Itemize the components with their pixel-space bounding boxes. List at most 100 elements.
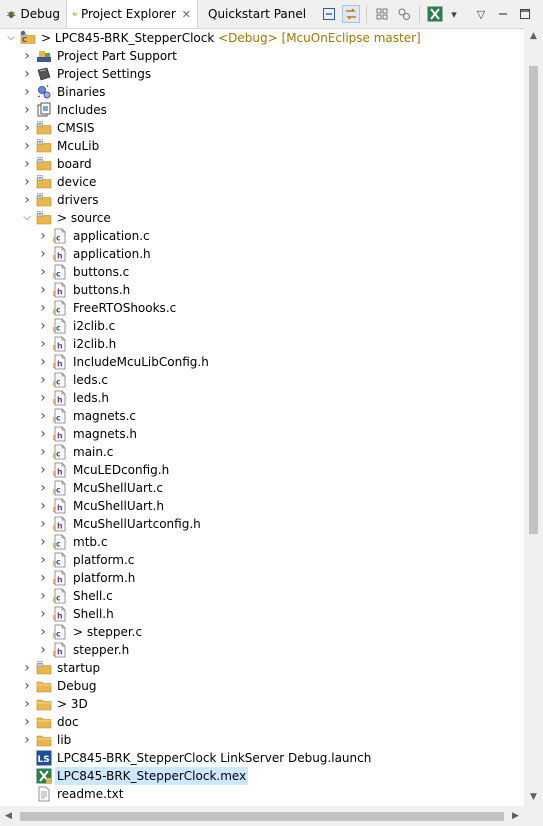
chevron-right-icon[interactable]: › bbox=[22, 659, 32, 677]
chevron-right-icon[interactable]: › bbox=[38, 443, 48, 461]
project-tree[interactable]: ⌵ C > LPC845-BRK_StepperClock <Debug> [Mcu… bbox=[0, 28, 524, 806]
tree-item-file[interactable]: › h application.h bbox=[0, 245, 524, 263]
tab-debug[interactable]: Debug bbox=[0, 0, 66, 28]
chevron-right-icon[interactable]: › bbox=[22, 119, 32, 137]
tree-item[interactable]: › board bbox=[0, 155, 524, 173]
close-icon[interactable]: ✕ bbox=[182, 8, 191, 21]
tree-item[interactable]: › Debug bbox=[0, 677, 524, 695]
filter-icon[interactable] bbox=[373, 5, 391, 23]
chevron-right-icon[interactable]: › bbox=[38, 227, 48, 245]
tree-item[interactable]: › Includes bbox=[0, 101, 524, 119]
chevron-right-icon[interactable]: › bbox=[38, 641, 48, 659]
chevron-right-icon[interactable]: › bbox=[22, 137, 32, 155]
tree-item-file[interactable]: › c i2clib.c bbox=[0, 317, 524, 335]
scroll-left-icon[interactable]: ◀ bbox=[0, 806, 17, 826]
tree-item[interactable]: LS LPC845-BRK_StepperClock LinkServer Deb… bbox=[0, 749, 524, 767]
tree-item-file[interactable]: › c McuShellUart.c bbox=[0, 479, 524, 497]
chevron-right-icon[interactable]: › bbox=[38, 407, 48, 425]
chevron-right-icon[interactable]: › bbox=[22, 677, 32, 695]
tree-item-file[interactable]: › h magnets.h bbox=[0, 425, 524, 443]
horizontal-scrollbar[interactable]: ◀ ▶ bbox=[0, 806, 524, 826]
tree-item-file[interactable]: › h McuShellUartconfig.h bbox=[0, 515, 524, 533]
tree-item-file[interactable]: › c leds.c bbox=[0, 371, 524, 389]
chevron-right-icon[interactable]: › bbox=[22, 155, 32, 173]
chevron-right-icon[interactable]: › bbox=[22, 47, 32, 65]
tree-item[interactable]: › startup bbox=[0, 659, 524, 677]
tree-item-file[interactable]: › c mtb.c bbox=[0, 533, 524, 551]
tree-item-file[interactable]: › c main.c bbox=[0, 443, 524, 461]
tab-project-explorer[interactable]: Project Explorer ✕ bbox=[66, 0, 198, 28]
tree-item-file[interactable]: › h McuLEDconfig.h bbox=[0, 461, 524, 479]
chevron-right-icon[interactable]: › bbox=[38, 587, 48, 605]
tree-item[interactable]: › > 3D bbox=[0, 695, 524, 713]
tree-item[interactable]: › McuLib bbox=[0, 137, 524, 155]
horizontal-scroll-thumb[interactable] bbox=[20, 812, 504, 821]
tree-item[interactable]: › CMSIS bbox=[0, 119, 524, 137]
tree-item-file[interactable]: › c Shell.c bbox=[0, 587, 524, 605]
chevron-right-icon[interactable]: › bbox=[38, 551, 48, 569]
chevron-right-icon[interactable]: › bbox=[38, 371, 48, 389]
chevron-right-icon[interactable]: › bbox=[38, 533, 48, 551]
chevron-right-icon[interactable]: › bbox=[38, 353, 48, 371]
tree-item-file[interactable]: › c buttons.c bbox=[0, 263, 524, 281]
tree-item[interactable]: › lib bbox=[0, 731, 524, 749]
chevron-right-icon[interactable]: › bbox=[22, 101, 32, 119]
chevron-right-icon[interactable]: › bbox=[38, 335, 48, 353]
chevron-right-icon[interactable]: › bbox=[22, 83, 32, 101]
tree-item-file[interactable]: › h i2clib.h bbox=[0, 335, 524, 353]
dropdown-icon[interactable]: ▾ bbox=[448, 5, 460, 23]
chevron-down-icon[interactable]: ⌵ bbox=[6, 29, 16, 47]
tree-item[interactable]: › Binaries bbox=[0, 83, 524, 101]
tree-item[interactable]: LPC845-BRK_StepperClock.mex bbox=[0, 767, 524, 785]
scroll-up-icon[interactable]: ▲ bbox=[524, 28, 543, 45]
chevron-right-icon[interactable]: › bbox=[38, 515, 48, 533]
chevron-right-icon[interactable]: › bbox=[22, 731, 32, 749]
chevron-right-icon[interactable]: › bbox=[38, 299, 48, 317]
tree-item-file[interactable]: › h stepper.h bbox=[0, 641, 524, 659]
tree-item-file[interactable]: › h Shell.h bbox=[0, 605, 524, 623]
minimize-icon[interactable] bbox=[494, 5, 512, 23]
chevron-right-icon[interactable]: › bbox=[38, 389, 48, 407]
tree-item[interactable]: › drivers bbox=[0, 191, 524, 209]
scroll-right-icon[interactable]: ▶ bbox=[507, 806, 524, 826]
chevron-down-icon[interactable]: ⌵ bbox=[22, 209, 32, 227]
tree-item-file[interactable]: › c magnets.c bbox=[0, 407, 524, 425]
maximize-icon[interactable] bbox=[516, 5, 534, 23]
tree-item-file[interactable]: › h IncludeMcuLibConfig.h bbox=[0, 353, 524, 371]
chevron-right-icon[interactable]: › bbox=[38, 245, 48, 263]
tab-quickstart-panel[interactable]: Quickstart Panel bbox=[198, 0, 312, 28]
chevron-right-icon[interactable]: › bbox=[38, 605, 48, 623]
chevron-right-icon[interactable]: › bbox=[22, 695, 32, 713]
mcu-config-tool-icon[interactable] bbox=[426, 5, 444, 23]
chevron-right-icon[interactable]: › bbox=[38, 317, 48, 335]
tree-item[interactable]: › Project Settings bbox=[0, 65, 524, 83]
focus-icon[interactable] bbox=[395, 5, 413, 23]
link-with-editor-icon[interactable] bbox=[342, 5, 360, 23]
tree-item-file[interactable]: › c platform.c bbox=[0, 551, 524, 569]
tree-item[interactable]: › doc bbox=[0, 713, 524, 731]
tree-item[interactable]: ⌵ > source bbox=[0, 209, 524, 227]
tree-item-file[interactable]: › c application.c bbox=[0, 227, 524, 245]
chevron-right-icon[interactable]: › bbox=[38, 623, 48, 641]
tree-item-file[interactable]: › c > stepper.c bbox=[0, 623, 524, 641]
vertical-scroll-thumb[interactable] bbox=[529, 66, 538, 534]
chevron-right-icon[interactable]: › bbox=[38, 461, 48, 479]
chevron-right-icon[interactable]: › bbox=[22, 173, 32, 191]
collapse-all-icon[interactable] bbox=[320, 5, 338, 23]
tree-item-file[interactable]: › h buttons.h bbox=[0, 281, 524, 299]
chevron-right-icon[interactable]: › bbox=[38, 425, 48, 443]
chevron-right-icon[interactable]: › bbox=[38, 479, 48, 497]
tree-item-project[interactable]: ⌵ C > LPC845-BRK_StepperClock <Debug> [Mcu… bbox=[0, 29, 524, 47]
chevron-right-icon[interactable]: › bbox=[38, 497, 48, 515]
tree-item[interactable]: › Project Part Support bbox=[0, 47, 524, 65]
view-menu-icon[interactable]: ▽ bbox=[472, 5, 490, 23]
tree-item[interactable]: › device bbox=[0, 173, 524, 191]
chevron-right-icon[interactable]: › bbox=[22, 191, 32, 209]
vertical-scrollbar[interactable]: ▲ ▼ bbox=[524, 28, 543, 806]
chevron-right-icon[interactable]: › bbox=[22, 713, 32, 731]
tree-item-file[interactable]: › h platform.h bbox=[0, 569, 524, 587]
tree-item-file[interactable]: › h McuShellUart.h bbox=[0, 497, 524, 515]
chevron-right-icon[interactable]: › bbox=[22, 65, 32, 83]
chevron-right-icon[interactable]: › bbox=[38, 281, 48, 299]
tree-item-file[interactable]: › c FreeRTOShooks.c bbox=[0, 299, 524, 317]
